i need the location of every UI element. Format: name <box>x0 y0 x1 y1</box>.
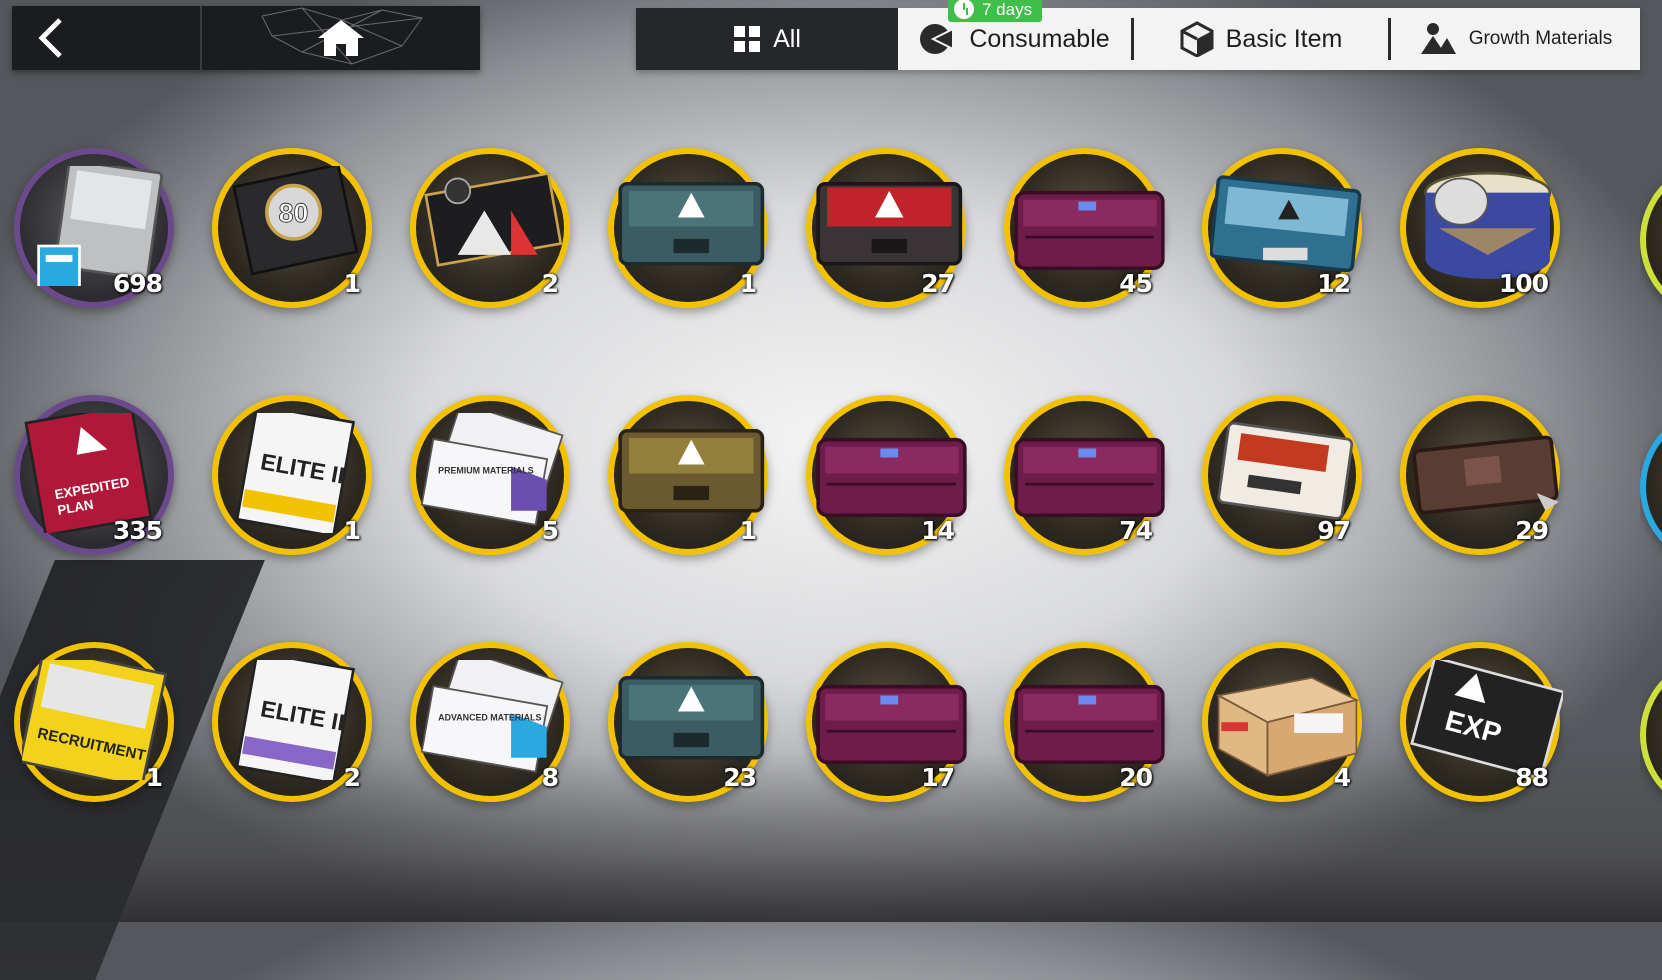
cardboard-box-icon <box>1216 676 1359 778</box>
inventory-item-orange-crate[interactable]: 1 <box>608 395 778 565</box>
red-crate-icon <box>816 182 963 266</box>
inventory-item-exp-card[interactable]: EXP 88 <box>1400 642 1570 812</box>
item-count: 100 <box>1498 269 1549 298</box>
elite-manual-purple-icon: ELITE II <box>235 660 356 780</box>
inventory-item-elite-manual-purple[interactable]: ELITE II 2 <box>212 642 382 812</box>
item-count: 88 <box>1515 763 1549 792</box>
inventory-item-premium-material[interactable]: PREMIUM MATERIALS 5 <box>410 395 580 565</box>
inventory-item-red-crate[interactable]: 27 <box>806 148 976 318</box>
inventory-item-teal-crate-b[interactable]: 23 <box>608 642 778 812</box>
purple-case-b-icon <box>816 437 967 517</box>
level-80-box-icon: 80 <box>232 166 359 276</box>
inventory-item-purple-case-d[interactable]: 17 <box>806 642 976 812</box>
svg-text:ADVANCED MATERIALS: ADVANCED MATERIALS <box>438 712 541 722</box>
partial-item <box>1640 160 1662 310</box>
purple-case-d-icon <box>816 684 967 764</box>
item-count: 1 <box>739 516 757 545</box>
item-count: 2 <box>541 269 559 298</box>
item-count: 45 <box>1119 269 1153 298</box>
inventory-item-purple-case-a[interactable]: 45 <box>1004 148 1174 318</box>
teal-crate-b-icon <box>618 676 765 760</box>
partial-item <box>1640 655 1662 805</box>
inventory-item-brown-briefcase[interactable]: 29 <box>1400 395 1570 565</box>
item-count: 335 <box>112 516 163 545</box>
inventory-grid: 698 80 1 2 1 27 45 12 100 EXPEDITED PLAN… <box>0 0 1662 922</box>
item-count: 17 <box>921 763 955 792</box>
item-count: 12 <box>1317 269 1351 298</box>
purple-case-c-icon <box>1014 437 1165 517</box>
item-count: 1 <box>145 763 163 792</box>
item-count: 97 <box>1317 516 1351 545</box>
inventory-item-blue-case[interactable]: 12 <box>1202 148 1372 318</box>
silver-pouch-icon <box>37 166 163 286</box>
item-count: 14 <box>921 516 955 545</box>
item-count: 8 <box>541 763 559 792</box>
drum-mask-icon <box>1424 171 1552 279</box>
teal-crate-icon <box>618 182 765 266</box>
svg-text:PREMIUM MATERIALS: PREMIUM MATERIALS <box>438 465 534 475</box>
white-device-icon <box>1217 421 1354 520</box>
item-count: 4 <box>1333 763 1351 792</box>
inventory-item-advanced-material[interactable]: ADVANCED MATERIALS 8 <box>410 642 580 812</box>
item-count: 1 <box>343 269 361 298</box>
item-count: 698 <box>112 269 163 298</box>
inventory-item-white-device[interactable]: 97 <box>1202 395 1372 565</box>
item-count: 27 <box>921 269 955 298</box>
blue-case-icon <box>1210 175 1362 273</box>
item-count: 1 <box>739 269 757 298</box>
svg-text:80: 80 <box>279 198 309 228</box>
item-count: 1 <box>343 516 361 545</box>
exp-card-icon: EXP <box>1410 660 1563 780</box>
inventory-item-silver-pouch[interactable]: 698 <box>14 148 184 318</box>
recruitment-pack-icon: RECRUITMENT <box>22 660 168 780</box>
inventory-item-level-80-box[interactable]: 80 1 <box>212 148 382 318</box>
inventory-item-purple-case-e[interactable]: 20 <box>1004 642 1174 812</box>
inventory-item-teal-crate[interactable]: 1 <box>608 148 778 318</box>
item-count: 74 <box>1119 516 1153 545</box>
item-count: 23 <box>723 763 757 792</box>
star-box-icon <box>424 171 563 267</box>
inventory-item-purple-case-c[interactable]: 74 <box>1004 395 1174 565</box>
brown-briefcase-icon <box>1412 435 1559 515</box>
orange-crate-icon <box>618 429 765 513</box>
inventory-item-elite-manual-yellow[interactable]: ELITE II 1 <box>212 395 382 565</box>
inventory-item-purple-case-b[interactable]: 14 <box>806 395 976 565</box>
inventory-item-cardboard-box[interactable]: 4 <box>1202 642 1372 812</box>
premium-material-icon: PREMIUM MATERIALS <box>420 413 564 526</box>
elite-manual-yellow-icon: ELITE II <box>235 413 356 533</box>
advanced-material-icon: ADVANCED MATERIALS <box>420 660 564 773</box>
item-count: 5 <box>541 516 559 545</box>
inventory-item-expedited-plan[interactable]: EXPEDITED PLAN 335 <box>14 395 184 565</box>
partial-item <box>1640 407 1662 557</box>
expedited-plan-icon: EXPEDITED PLAN <box>24 413 153 533</box>
item-count: 2 <box>343 763 361 792</box>
item-count: 29 <box>1515 516 1549 545</box>
purple-case-e-icon <box>1014 684 1165 764</box>
inventory-item-star-box[interactable]: 2 <box>410 148 580 318</box>
inventory-item-drum-mask[interactable]: 100 <box>1400 148 1570 318</box>
inventory-item-recruitment-pack[interactable]: RECRUITMENT 1 <box>14 642 184 812</box>
purple-case-a-icon <box>1014 190 1165 270</box>
item-count: 20 <box>1119 763 1153 792</box>
